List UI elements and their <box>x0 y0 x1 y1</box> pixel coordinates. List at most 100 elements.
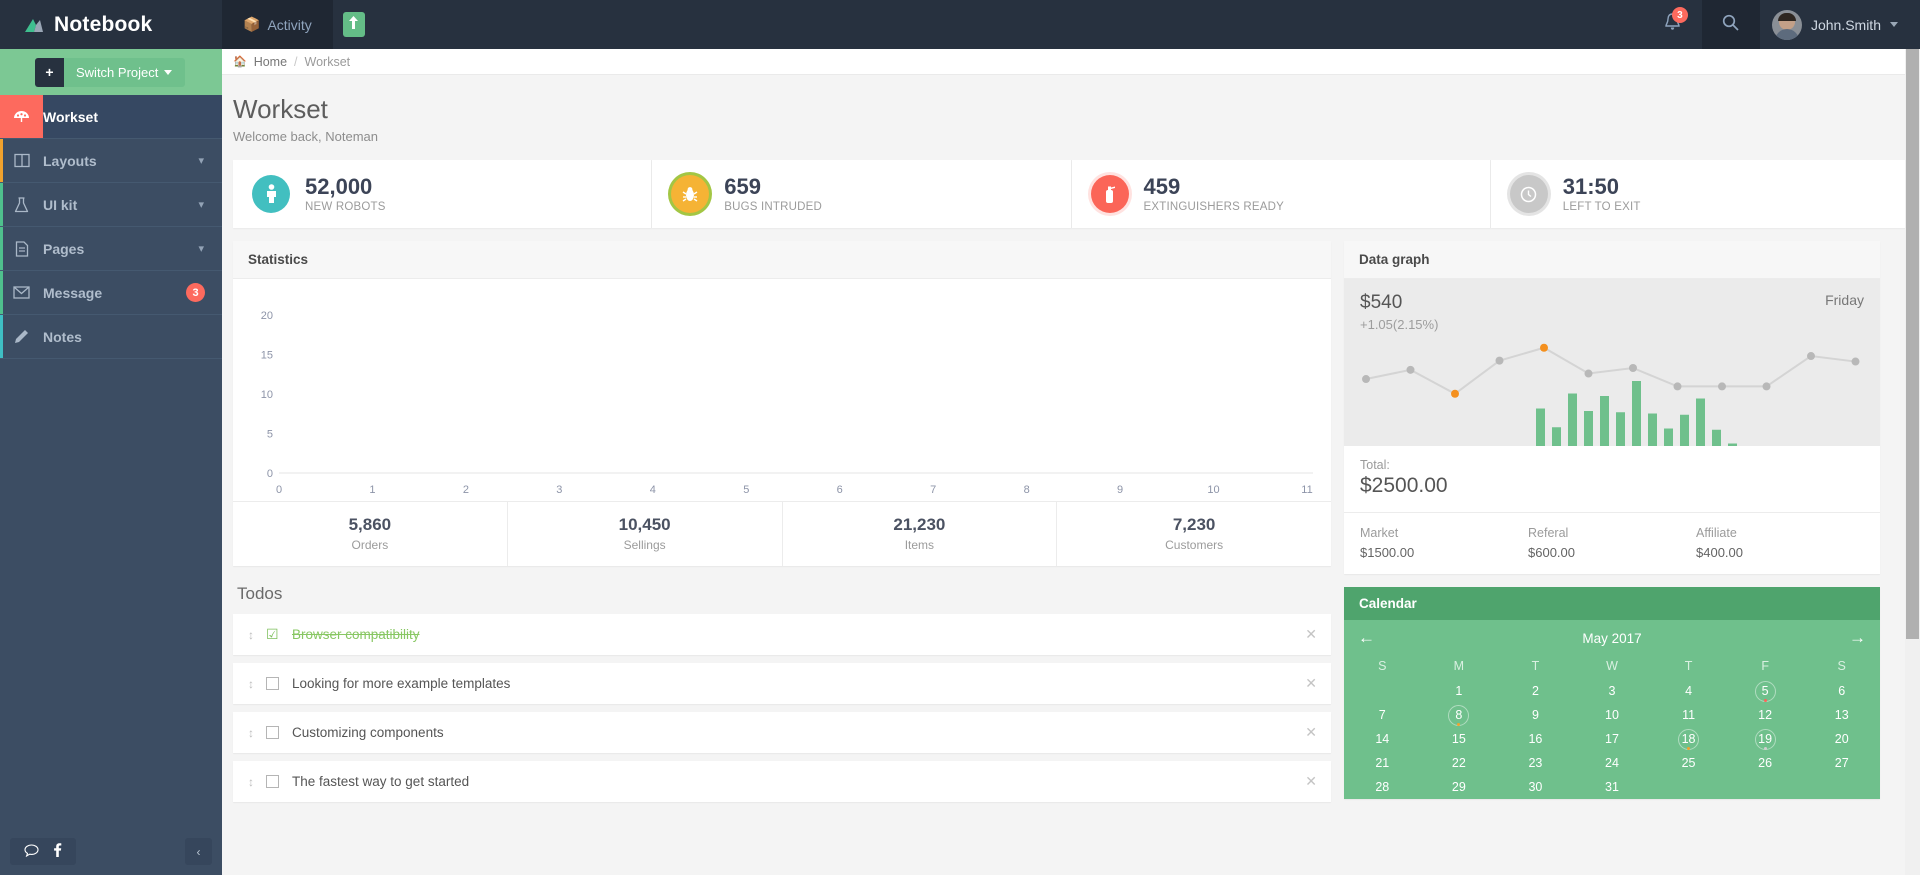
calendar-day[interactable]: 7 <box>1344 703 1421 727</box>
calendar-prev-button[interactable]: ← <box>1358 628 1388 648</box>
sidebar-item-label: UI kit <box>43 197 77 213</box>
todo-item[interactable]: ↕ Looking for more example templates ✕ <box>233 663 1331 704</box>
nav-tab-activity[interactable]: 📦 Activity <box>222 0 333 49</box>
sidebar-item-layouts[interactable]: Layouts▾ <box>0 139 222 183</box>
brand[interactable]: Notebook <box>0 0 222 49</box>
calendar-day-number: 4 <box>1685 684 1692 698</box>
calendar-day[interactable]: 16 <box>1497 727 1574 751</box>
sidebar-collapse-button[interactable]: ‹ <box>185 838 212 865</box>
calendar-day[interactable]: 20 <box>1803 727 1880 751</box>
todo-checkbox[interactable] <box>266 677 279 690</box>
todo-item[interactable]: ↕The fastest way to get started✕ <box>233 761 1331 802</box>
topnav-right: 3 John.Smith <box>1644 0 1920 49</box>
todo-checkbox[interactable] <box>266 726 279 739</box>
svg-text:4: 4 <box>650 484 656 496</box>
home-icon: 🏠 <box>233 55 247 68</box>
switch-project-label-wrap[interactable]: Switch Project <box>64 58 185 87</box>
stat-card[interactable]: 659BUGS INTRUDED <box>652 160 1071 228</box>
calendar-day[interactable]: 3 <box>1574 679 1651 703</box>
calendar-day[interactable]: 28 <box>1344 775 1421 799</box>
page-scrollbar[interactable] <box>1905 49 1920 875</box>
statistics-footer-value: 21,230 <box>783 515 1057 535</box>
breakdown-cell: Referal$600.00 <box>1528 526 1696 560</box>
calendar-days-grid: 1234567891011121314151617181920212223242… <box>1344 679 1880 799</box>
comment-icon[interactable] <box>24 844 39 860</box>
search-button[interactable] <box>1702 0 1760 49</box>
todo-label: Looking for more example templates <box>292 676 510 691</box>
sidebar-item-message[interactable]: Message3 <box>0 271 222 315</box>
stat-card[interactable]: 459EXTINGUISHERS READY <box>1072 160 1491 228</box>
facebook-icon[interactable] <box>53 843 62 860</box>
calendar-day-number: 9 <box>1532 708 1539 722</box>
todo-checkbox[interactable]: ☑ <box>266 628 279 641</box>
calendar-day[interactable]: 29 <box>1421 775 1498 799</box>
calendar-day[interactable]: 12 <box>1727 703 1804 727</box>
calendar-day-number: 11 <box>1682 708 1695 722</box>
calendar-day[interactable]: 1 <box>1421 679 1498 703</box>
calendar-day[interactable]: 27 <box>1803 751 1880 775</box>
calendar-day-number: 12 <box>1758 708 1772 722</box>
sort-handle-icon[interactable]: ↕ <box>248 677 266 691</box>
scrollbar-thumb[interactable] <box>1906 49 1919 639</box>
notifications-button[interactable]: 3 <box>1644 0 1702 49</box>
calendar-day-number: 19 <box>1758 732 1772 746</box>
sort-handle-icon[interactable]: ↕ <box>248 628 266 642</box>
sort-handle-icon[interactable]: ↕ <box>248 775 266 789</box>
calendar-next-button[interactable]: → <box>1836 628 1866 648</box>
calendar-day-number: 1 <box>1455 684 1462 698</box>
calendar-day[interactable]: 19 <box>1727 727 1804 751</box>
svg-text:3: 3 <box>556 484 562 496</box>
calendar-day[interactable]: 21 <box>1344 751 1421 775</box>
close-icon[interactable]: ✕ <box>1305 626 1317 643</box>
calendar-day[interactable]: 15 <box>1421 727 1498 751</box>
stat-card[interactable]: 31:50LEFT TO EXIT <box>1491 160 1909 228</box>
plus-icon[interactable]: + <box>35 58 64 87</box>
calendar-day[interactable]: 6 <box>1803 679 1880 703</box>
extinguisher-icon <box>1091 175 1129 213</box>
upload-badge-button[interactable] <box>343 12 365 37</box>
calendar-day[interactable]: 9 <box>1497 703 1574 727</box>
calendar-day[interactable]: 26 <box>1727 751 1804 775</box>
sidebar-item-workset[interactable]: Workset <box>0 95 222 139</box>
calendar-day[interactable]: 14 <box>1344 727 1421 751</box>
sort-handle-icon[interactable]: ↕ <box>248 726 266 740</box>
todo-checkbox[interactable] <box>266 775 279 788</box>
calendar-weekday: S <box>1803 656 1880 679</box>
calendar-day[interactable]: 22 <box>1421 751 1498 775</box>
close-icon[interactable]: ✕ <box>1305 773 1317 790</box>
calendar-day[interactable]: 13 <box>1803 703 1880 727</box>
calendar-day-number: 17 <box>1605 732 1619 746</box>
close-icon[interactable]: ✕ <box>1305 675 1317 692</box>
stat-card[interactable]: 52,000NEW ROBOTS <box>233 160 652 228</box>
calendar-day[interactable]: 10 <box>1574 703 1651 727</box>
sidebar-item-accent <box>0 183 3 226</box>
calendar-day[interactable]: 4 <box>1650 679 1727 703</box>
chevron-down-icon: ▾ <box>198 198 204 211</box>
user-menu[interactable]: John.Smith <box>1760 0 1920 49</box>
todo-item[interactable]: ↕☑Browser compatibility✕ <box>233 614 1331 655</box>
data-graph-price: $540 <box>1360 292 1438 314</box>
sidebar-item-notes[interactable]: Notes <box>0 315 222 359</box>
calendar-day[interactable]: 31 <box>1574 775 1651 799</box>
calendar-day[interactable]: 5 <box>1727 679 1804 703</box>
calendar-day[interactable]: 30 <box>1497 775 1574 799</box>
calendar-day[interactable]: 11 <box>1650 703 1727 727</box>
sidebar-item-accent <box>0 139 3 182</box>
todo-item[interactable]: ↕Customizing components✕ <box>233 712 1331 753</box>
page-header: Workset Welcome back, Noteman <box>222 75 1920 160</box>
calendar-day[interactable]: 8 <box>1421 703 1498 727</box>
svg-text:0: 0 <box>267 468 273 480</box>
calendar-day-event-dot <box>1764 699 1767 702</box>
calendar-day[interactable]: 24 <box>1574 751 1651 775</box>
sidebar-item-ui-kit[interactable]: UI kit ▾ <box>0 183 222 227</box>
calendar-day[interactable]: 2 <box>1497 679 1574 703</box>
statistics-panel-title: Statistics <box>233 241 1331 279</box>
calendar-day[interactable]: 25 <box>1650 751 1727 775</box>
calendar-day[interactable]: 17 <box>1574 727 1651 751</box>
breadcrumb-home[interactable]: Home <box>254 55 287 69</box>
calendar-day[interactable]: 18 <box>1650 727 1727 751</box>
sidebar-item-pages[interactable]: Pages▾ <box>0 227 222 271</box>
close-icon[interactable]: ✕ <box>1305 724 1317 741</box>
switch-project-button[interactable]: + Switch Project <box>35 58 185 87</box>
calendar-day[interactable]: 23 <box>1497 751 1574 775</box>
